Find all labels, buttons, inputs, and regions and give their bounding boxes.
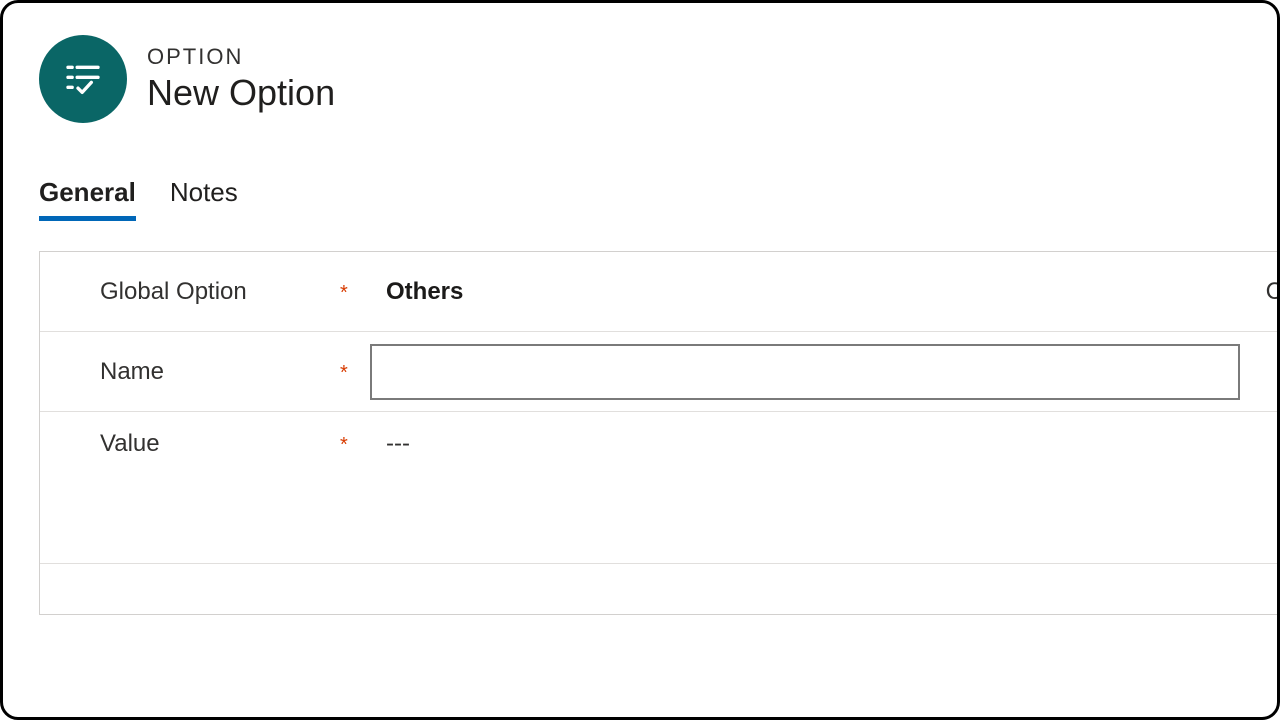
required-indicator: * bbox=[340, 358, 370, 385]
page-title: New Option bbox=[147, 72, 335, 114]
row-right-char: C bbox=[1266, 278, 1280, 306]
value-field-placeholder[interactable]: --- bbox=[370, 430, 410, 458]
required-indicator: * bbox=[340, 430, 370, 457]
label-name: Name bbox=[100, 358, 340, 386]
page-header: OPTION New Option bbox=[3, 3, 1277, 123]
label-value: Value bbox=[100, 430, 340, 458]
tab-notes[interactable]: Notes bbox=[170, 177, 238, 221]
row-spacer bbox=[40, 564, 1280, 614]
list-check-icon bbox=[63, 59, 103, 99]
header-text-block: OPTION New Option bbox=[147, 44, 335, 114]
name-input[interactable] bbox=[370, 344, 1240, 400]
label-global-option: Global Option bbox=[100, 278, 340, 306]
option-form-window: OPTION New Option General Notes Global O… bbox=[0, 0, 1280, 720]
row-value: Value * --- bbox=[40, 412, 1280, 564]
tab-bar: General Notes bbox=[3, 123, 1277, 221]
required-indicator: * bbox=[340, 278, 370, 305]
row-name: Name * bbox=[40, 332, 1280, 412]
form-panel: Global Option * Others C Name * Value * … bbox=[39, 251, 1280, 615]
value-global-option[interactable]: Others bbox=[370, 278, 463, 306]
tab-general[interactable]: General bbox=[39, 177, 136, 221]
entity-type-label: OPTION bbox=[147, 44, 335, 70]
row-global-option: Global Option * Others C bbox=[40, 252, 1280, 332]
option-entity-icon bbox=[39, 35, 127, 123]
